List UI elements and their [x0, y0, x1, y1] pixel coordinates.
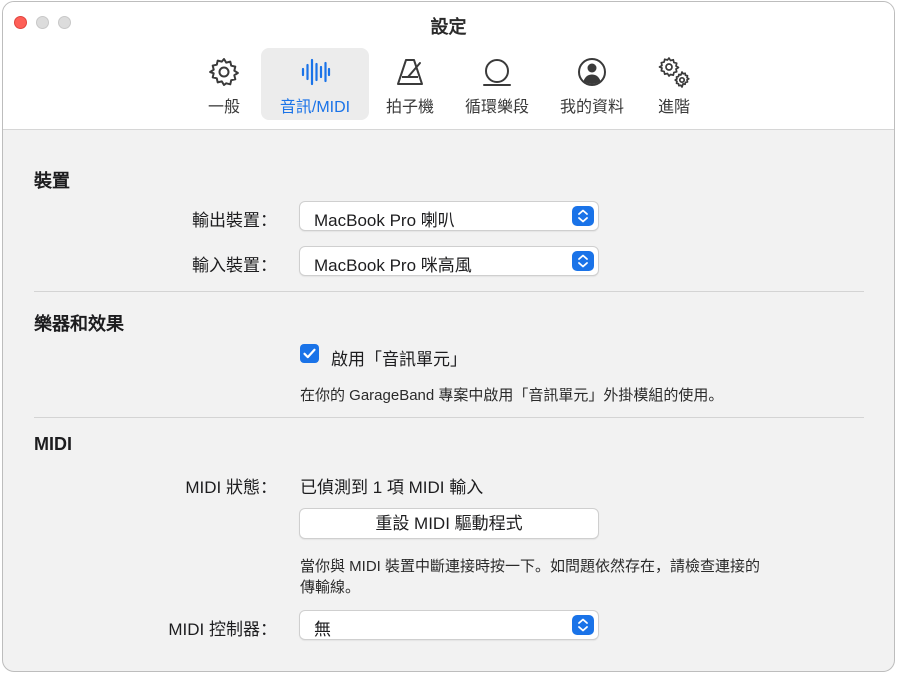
reset-midi-drivers-button[interactable]: 重設 MIDI 驅動程式: [299, 508, 599, 539]
midi-controller-popup[interactable]: 無: [299, 610, 599, 640]
metronome-icon: [397, 59, 423, 85]
tab-advanced-label: 進階: [657, 99, 690, 116]
tab-my-info-label: 我的資料: [559, 99, 624, 116]
tab-loops[interactable]: 循環樂段: [455, 48, 539, 120]
section-divider: [34, 417, 864, 418]
midi-status-value: 已偵測到 1 項 MIDI 輸入: [300, 478, 484, 497]
chevron-updown-icon: [572, 615, 594, 635]
tab-audio-midi[interactable]: 音訊/MIDI: [261, 48, 369, 120]
gears-icon: [658, 57, 690, 88]
tab-metronome[interactable]: 拍子機: [377, 48, 443, 120]
instruments-section-title: 樂器和效果: [34, 314, 124, 334]
midi-help-text-line1: 當你與 MIDI 裝置中斷連接時按一下。如問題依然存在，請檢查連接的: [300, 558, 761, 575]
gear-icon: [209, 58, 239, 86]
section-divider: [34, 291, 864, 292]
tab-my-info[interactable]: 我的資料: [551, 48, 633, 120]
tab-audio-midi-label: 音訊/MIDI: [279, 99, 351, 116]
checkmark-icon: [303, 348, 316, 359]
devices-section-title: 裝置: [34, 171, 70, 191]
output-device-label: 輸出裝置：: [192, 211, 277, 230]
input-device-popup[interactable]: MacBook Pro 咪高風: [299, 246, 599, 276]
waveform-icon: [301, 58, 331, 86]
midi-status-label: MIDI 狀態：: [185, 478, 277, 497]
audio-units-description: 在你的 GarageBand 專案中啟用「音訊單元」外掛模組的使用。: [300, 387, 724, 404]
chevron-updown-icon: [572, 206, 594, 226]
midi-help-text-line2: 傳輸線。: [300, 579, 361, 596]
enable-audio-units-label[interactable]: 啟用「音訊單元」: [331, 345, 467, 370]
input-device-value: MacBook Pro 咪高風: [314, 256, 472, 275]
tab-metronome-label: 拍子機: [385, 99, 434, 116]
tab-advanced[interactable]: 進階: [643, 48, 705, 120]
loop-icon: [483, 59, 511, 86]
output-device-popup[interactable]: MacBook Pro 喇叭: [299, 201, 599, 231]
midi-controller-value: 無: [314, 620, 331, 639]
person-icon: [578, 58, 606, 86]
tab-general[interactable]: 一般: [192, 48, 256, 120]
tab-general-label: 一般: [207, 99, 240, 116]
tab-loops-label: 循環樂段: [464, 99, 529, 116]
toolbar: 設定 一般 音訊/MIDI 拍子機 循環樂段 我的資料 進階: [3, 2, 894, 130]
window-title: 設定: [430, 17, 467, 37]
input-device-label: 輸入裝置：: [192, 256, 277, 275]
midi-section-title: MIDI: [34, 434, 72, 454]
midi-controller-label: MIDI 控制器：: [168, 620, 277, 639]
settings-window: 設定 一般 音訊/MIDI 拍子機 循環樂段 我的資料 進階 裝置 輸出裝置： …: [2, 1, 895, 672]
enable-audio-units-checkbox[interactable]: [300, 344, 319, 363]
chevron-updown-icon: [572, 251, 594, 271]
output-device-value: MacBook Pro 喇叭: [314, 211, 455, 230]
